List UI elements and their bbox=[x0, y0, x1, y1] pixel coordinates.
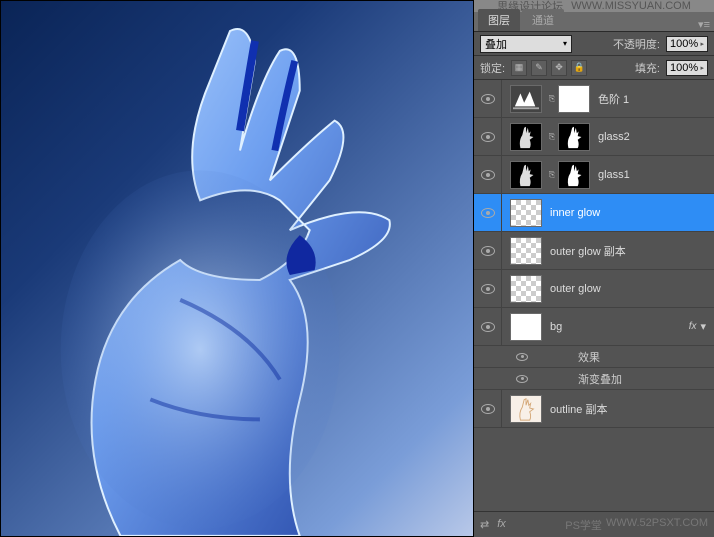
visibility-toggle[interactable] bbox=[474, 232, 502, 269]
visibility-toggle[interactable] bbox=[474, 308, 502, 345]
opacity-value: 100% bbox=[670, 38, 698, 50]
link-icon[interactable]: ⎘ bbox=[546, 123, 558, 151]
effect-name: 渐变叠加 bbox=[534, 371, 622, 387]
eye-icon bbox=[481, 246, 495, 256]
visibility-toggle[interactable] bbox=[510, 375, 534, 383]
effects-header[interactable]: 效果 bbox=[474, 346, 714, 368]
lock-row: 锁定: ▦ ✎ ✥ 🔒 填充: 100% ▸ bbox=[474, 56, 714, 80]
mask-thumb[interactable] bbox=[558, 123, 590, 151]
eye-icon bbox=[516, 353, 528, 361]
document-canvas[interactable] bbox=[0, 0, 474, 537]
arrow-icon: ▸ bbox=[700, 40, 704, 48]
fill-input[interactable]: 100% ▸ bbox=[666, 60, 708, 76]
panel-menu-icon[interactable]: ▾≡ bbox=[698, 18, 710, 31]
eye-icon bbox=[481, 284, 495, 294]
visibility-toggle[interactable] bbox=[474, 80, 502, 117]
layer-name[interactable]: bg bbox=[546, 321, 689, 333]
arrow-icon: ▸ bbox=[700, 64, 704, 72]
fill-label: 填充: bbox=[635, 60, 660, 76]
layers-list[interactable]: ⎘ 色阶 1 ⎘ glass2 ⎘ glass1 inner glow bbox=[474, 80, 714, 511]
layer-row-selected[interactable]: inner glow bbox=[474, 194, 714, 232]
layer-row[interactable]: outline 副本 bbox=[474, 390, 714, 428]
lock-label: 锁定: bbox=[480, 60, 505, 76]
layer-row[interactable]: ⎘ 色阶 1 bbox=[474, 80, 714, 118]
tab-channels[interactable]: 通道 bbox=[522, 9, 564, 31]
eye-icon bbox=[481, 404, 495, 414]
footer-watermark-b: WWW.52PSXT.COM bbox=[606, 517, 708, 533]
link-icon[interactable]: ⎘ bbox=[546, 85, 558, 113]
opacity-input[interactable]: 100% ▸ bbox=[666, 36, 708, 52]
fx-badge[interactable]: fx bbox=[689, 321, 697, 332]
layer-name[interactable]: glass1 bbox=[594, 169, 706, 181]
panel-footer: ⇄ fx PS学堂 WWW.52PSXT.COM bbox=[474, 511, 714, 537]
eye-icon bbox=[516, 375, 528, 383]
mask-thumb[interactable] bbox=[558, 161, 590, 189]
visibility-toggle[interactable] bbox=[474, 270, 502, 307]
layer-options-row: 叠加 ▾ 不透明度: 100% ▸ bbox=[474, 32, 714, 56]
visibility-toggle[interactable] bbox=[474, 156, 502, 193]
fill-value: 100% bbox=[670, 62, 698, 74]
link-layers-icon[interactable]: ⇄ bbox=[480, 518, 489, 531]
fx-expand-icon[interactable]: ▾ bbox=[700, 320, 706, 333]
visibility-toggle[interactable] bbox=[474, 194, 502, 231]
layer-row[interactable]: ⎘ glass2 bbox=[474, 118, 714, 156]
layer-thumb[interactable] bbox=[510, 123, 542, 151]
link-icon[interactable]: ⎘ bbox=[546, 161, 558, 189]
layer-thumb[interactable] bbox=[510, 161, 542, 189]
eye-icon bbox=[481, 208, 495, 218]
layers-panel: 思缘设计论坛 WWW.MISSYUAN.COM 图层 通道 ▾≡ 叠加 ▾ 不透… bbox=[474, 0, 714, 537]
tab-layers[interactable]: 图层 bbox=[478, 9, 520, 31]
visibility-toggle[interactable] bbox=[474, 390, 502, 427]
layer-name[interactable]: 色阶 1 bbox=[594, 91, 706, 107]
eye-icon bbox=[481, 94, 495, 104]
eye-icon bbox=[481, 170, 495, 180]
lock-position-icon[interactable]: ✥ bbox=[551, 60, 567, 76]
layer-name[interactable]: inner glow bbox=[546, 207, 706, 219]
layer-thumb[interactable] bbox=[510, 395, 542, 423]
lock-all-icon[interactable]: 🔒 bbox=[571, 60, 587, 76]
mask-thumb[interactable] bbox=[558, 85, 590, 113]
layer-row[interactable]: outer glow bbox=[474, 270, 714, 308]
lock-pixels-icon[interactable]: ✎ bbox=[531, 60, 547, 76]
hand-image bbox=[1, 1, 473, 536]
dropdown-arrow-icon: ▾ bbox=[563, 39, 567, 48]
layer-style-icon[interactable]: fx bbox=[497, 518, 506, 531]
blend-mode-select[interactable]: 叠加 ▾ bbox=[480, 35, 572, 53]
visibility-toggle[interactable] bbox=[474, 118, 502, 155]
layer-name[interactable]: outer glow bbox=[546, 283, 706, 295]
layer-name[interactable]: outer glow 副本 bbox=[546, 243, 706, 259]
eye-icon bbox=[481, 132, 495, 142]
layer-row[interactable]: ⎘ glass1 bbox=[474, 156, 714, 194]
layer-row[interactable]: bg fx ▾ bbox=[474, 308, 714, 346]
lock-transparency-icon[interactable]: ▦ bbox=[511, 60, 527, 76]
effects-label: 效果 bbox=[534, 349, 600, 365]
layer-name[interactable]: outline 副本 bbox=[546, 401, 706, 417]
layer-thumb[interactable] bbox=[510, 237, 542, 265]
eye-icon bbox=[481, 322, 495, 332]
footer-watermark-a: PS学堂 bbox=[565, 517, 602, 533]
effect-item[interactable]: 渐变叠加 bbox=[474, 368, 714, 390]
visibility-toggle[interactable] bbox=[510, 353, 534, 361]
opacity-label: 不透明度: bbox=[613, 36, 660, 52]
layer-thumb[interactable] bbox=[510, 313, 542, 341]
layer-row[interactable]: outer glow 副本 bbox=[474, 232, 714, 270]
layer-thumb[interactable] bbox=[510, 199, 542, 227]
adjustment-thumb[interactable] bbox=[510, 85, 542, 113]
panel-tabs: 图层 通道 ▾≡ bbox=[474, 12, 714, 32]
watermark-url: WWW.MISSYUAN.COM bbox=[571, 0, 691, 12]
blend-mode-value: 叠加 bbox=[485, 36, 507, 52]
layer-thumb[interactable] bbox=[510, 275, 542, 303]
layer-name[interactable]: glass2 bbox=[594, 131, 706, 143]
